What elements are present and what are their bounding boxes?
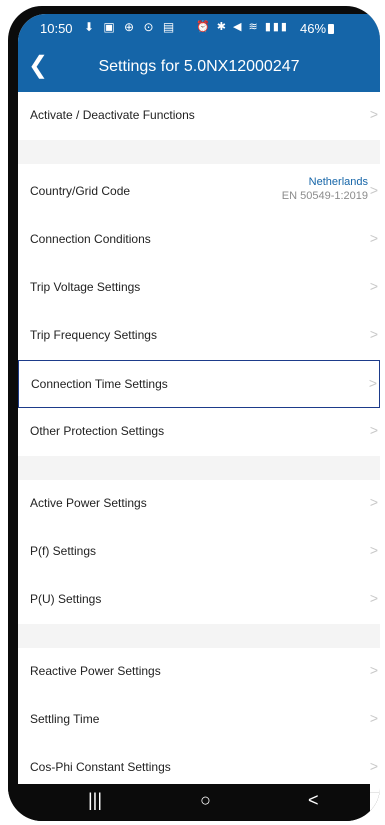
chevron-right-icon: >: [369, 182, 378, 198]
row-label: Trip Voltage Settings: [30, 280, 141, 294]
settings-row-pu[interactable]: P(U) Settings >: [18, 576, 380, 625]
page-title: Settings for 5.0NX12000247: [98, 58, 300, 75]
status-time: 10:50: [40, 21, 73, 36]
navigation-bar: ||| ○ <: [8, 784, 370, 821]
chevron-right-icon: >: [369, 326, 378, 342]
settings-row-country-grid-code[interactable]: Country/Grid Code Netherlands EN 50549-1…: [18, 164, 380, 217]
row-label: Active Power Settings: [30, 496, 147, 510]
settings-row-activate-deactivate[interactable]: Activate / Deactivate Functions >: [18, 92, 380, 141]
chevron-right-icon: >: [369, 230, 378, 246]
chevron-right-icon: >: [369, 662, 378, 678]
section-gap: [18, 140, 380, 164]
settings-row-active-power[interactable]: Active Power Settings >: [18, 480, 380, 529]
notification-icons: ⬇ ▣ ⊕ ⊙ ▤: [84, 20, 178, 34]
row-label: Trip Frequency Settings: [30, 328, 157, 342]
row-label: Cos-Phi Constant Settings: [30, 760, 171, 774]
row-label: Settling Time: [30, 712, 100, 726]
row-label: Connection Conditions: [30, 232, 151, 246]
system-icons: ⏰ ✱ ◀ ≋ ▮▮▮: [196, 21, 289, 33]
section-gap: [18, 456, 380, 480]
row-label: P(U) Settings: [30, 592, 102, 606]
app-bar: ❮ Settings for 5.0NX12000247: [18, 44, 380, 92]
row-label: Connection Time Settings: [31, 377, 168, 391]
settings-row-connection-time[interactable]: Connection Time Settings >: [18, 360, 380, 408]
settings-row-settling-time[interactable]: Settling Time >: [18, 696, 380, 745]
chevron-right-icon: >: [369, 758, 378, 774]
chevron-right-icon: >: [369, 542, 378, 558]
row-subvalue: EN 50549-1:2019: [281, 190, 368, 202]
settings-row-other-protection[interactable]: Other Protection Settings >: [18, 408, 380, 457]
chevron-right-icon: >: [369, 422, 378, 438]
status-bar: 10:50 ⬇ ▣ ⊕ ⊙ ▤ ⏰ ✱ ◀ ≋ ▮▮▮ 46%: [18, 14, 380, 44]
section-gap: [18, 624, 380, 648]
recents-icon[interactable]: |||: [88, 790, 102, 811]
settings-row-connection-conditions[interactable]: Connection Conditions >: [18, 216, 380, 265]
settings-row-trip-voltage[interactable]: Trip Voltage Settings >: [18, 264, 380, 313]
chevron-right-icon: >: [368, 375, 377, 391]
row-label: Other Protection Settings: [30, 424, 165, 438]
screen: 10:50 ⬇ ▣ ⊕ ⊙ ▤ ⏰ ✱ ◀ ≋ ▮▮▮ 46% ❮ Settin…: [18, 14, 380, 814]
battery-percent: 46%: [300, 21, 327, 36]
back-icon[interactable]: <: [308, 790, 319, 811]
chevron-right-icon: >: [369, 278, 378, 294]
row-label: Reactive Power Settings: [30, 664, 161, 678]
phone-frame: 10:50 ⬇ ▣ ⊕ ⊙ ▤ ⏰ ✱ ◀ ≋ ▮▮▮ 46% ❮ Settin…: [8, 6, 380, 821]
home-icon[interactable]: ○: [200, 790, 211, 811]
chevron-right-icon: >: [369, 494, 378, 510]
row-value: Netherlands: [308, 176, 368, 188]
chevron-right-icon: >: [369, 590, 378, 606]
settings-row-reactive-power[interactable]: Reactive Power Settings >: [18, 648, 380, 697]
chevron-right-icon: >: [369, 710, 378, 726]
row-label: Activate / Deactivate Functions: [30, 108, 195, 122]
row-label: Country/Grid Code: [30, 184, 131, 198]
battery-icon: [328, 24, 335, 34]
chevron-right-icon: >: [369, 106, 378, 122]
settings-row-pf[interactable]: P(f) Settings >: [18, 528, 380, 577]
row-label: P(f) Settings: [30, 544, 97, 558]
settings-row-trip-frequency[interactable]: Trip Frequency Settings >: [18, 312, 380, 361]
battery-indicator: 46%: [300, 21, 335, 36]
